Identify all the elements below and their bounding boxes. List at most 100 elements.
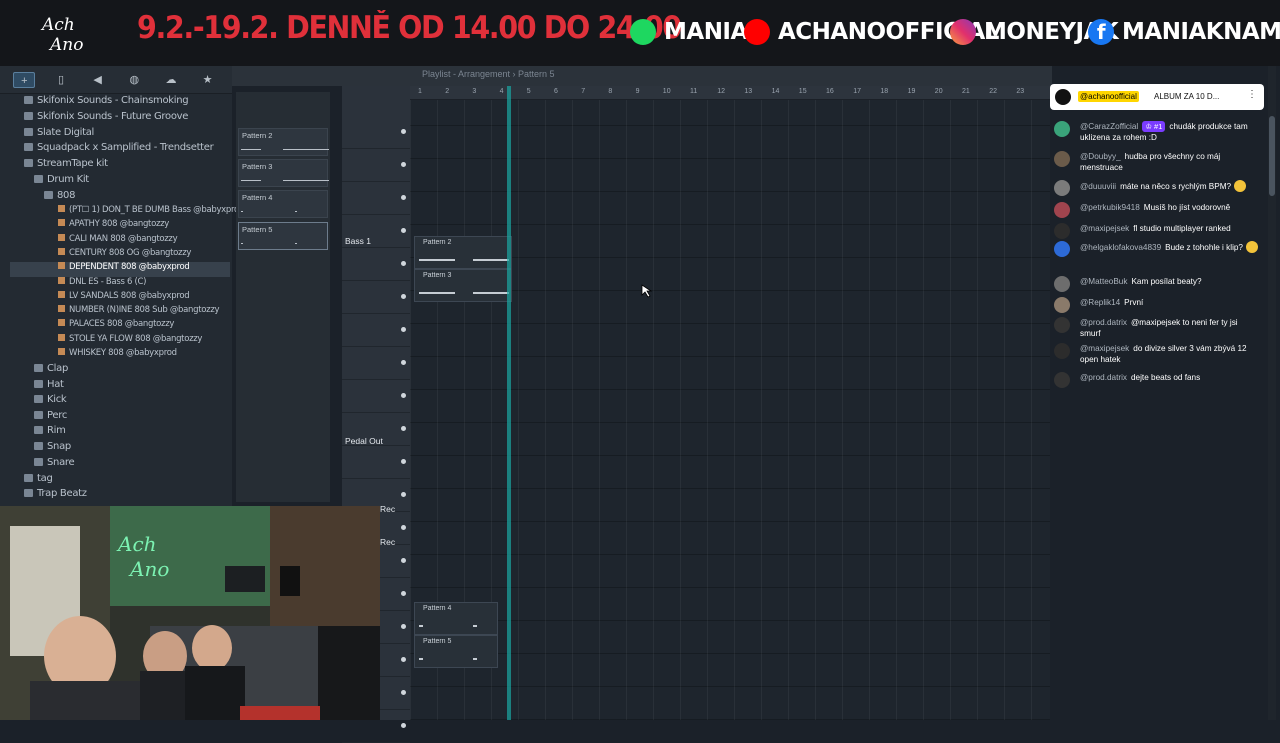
playlist-clip[interactable]: Pattern 5 xyxy=(414,635,498,668)
track-enable-icon[interactable] xyxy=(401,723,406,728)
playlist-clip[interactable]: Pattern 4 xyxy=(414,602,498,635)
folder-item[interactable]: Squadpack x Samplified - Trendsetter xyxy=(24,142,214,157)
chat-username[interactable]: @CarazZofficial xyxy=(1080,122,1138,131)
track-enable-icon[interactable] xyxy=(401,129,406,134)
track-enable-icon[interactable] xyxy=(401,591,406,596)
playlist-clip[interactable]: Pattern 3 xyxy=(414,269,512,302)
track-enable-icon[interactable] xyxy=(401,624,406,629)
chat-username[interactable]: @maxipejsek xyxy=(1080,344,1129,353)
chat-username[interactable]: @Doubyy_ xyxy=(1080,152,1121,161)
track-enable-icon[interactable] xyxy=(401,690,406,695)
folder-item[interactable]: Snap xyxy=(34,441,71,456)
folder-item[interactable]: Snare xyxy=(34,457,75,472)
chat-username[interactable]: @petrkubik9418 xyxy=(1080,203,1140,212)
pinned-message[interactable]: @achanoofficial ALBUM ZA 10 D... ⋮ xyxy=(1050,84,1264,110)
avatar[interactable] xyxy=(1054,121,1070,137)
avatar[interactable] xyxy=(1054,151,1070,167)
avatar[interactable] xyxy=(1054,202,1070,218)
pattern-item[interactable]: Pattern 2 xyxy=(238,128,329,156)
sample-file-item[interactable]: STOLE YA FLOW 808 @bangtozzy xyxy=(58,334,202,349)
folder-item[interactable]: Skifonix Sounds - Future Groove xyxy=(24,111,188,126)
sample-file-item[interactable]: (PT☐ 1) DON_T BE DUMB Bass @babyxprod xyxy=(58,205,244,220)
track-enable-icon[interactable] xyxy=(401,426,406,431)
track-enable-icon[interactable] xyxy=(401,261,406,266)
sample-file-item[interactable]: WHISKEY 808 @babyxprod xyxy=(58,348,177,363)
avatar[interactable] xyxy=(1054,372,1070,388)
sample-file-item[interactable]: APATHY 808 @bangtozzy xyxy=(58,219,169,234)
avatar[interactable] xyxy=(1054,317,1070,333)
track-header[interactable] xyxy=(342,446,410,479)
scrollbar-thumb[interactable] xyxy=(1269,116,1275,196)
track-enable-icon[interactable] xyxy=(401,393,406,398)
playhead-marker[interactable] xyxy=(507,86,511,720)
playlist-clip[interactable]: Pattern 2 xyxy=(414,236,512,269)
pattern-item[interactable]: Pattern 3 xyxy=(238,159,329,187)
sample-file-item[interactable]: PALACES 808 @bangtozzy xyxy=(58,319,174,334)
playlist-grid[interactable] xyxy=(410,100,1050,720)
scrollbar[interactable] xyxy=(1268,66,1276,720)
folder-item[interactable]: Clap xyxy=(34,363,68,378)
folder-item[interactable]: tag xyxy=(24,473,53,488)
more-options-icon[interactable]: ⋮ xyxy=(1247,89,1257,100)
pinned-user: @achanoofficial xyxy=(1078,91,1139,102)
file-icon[interactable]: ▯ xyxy=(50,72,72,88)
track-header[interactable] xyxy=(342,182,410,215)
folder-item[interactable]: Slate Digital xyxy=(24,127,94,142)
folder-item[interactable]: 808 xyxy=(44,190,75,205)
track-header[interactable] xyxy=(342,281,410,314)
track-enable-icon[interactable] xyxy=(401,492,406,497)
avatar[interactable] xyxy=(1054,343,1070,359)
track-header[interactable] xyxy=(342,116,410,149)
globe-icon[interactable]: ◍ xyxy=(123,72,145,88)
folder-item[interactable]: Skifonix Sounds - Chainsmoking xyxy=(24,95,189,110)
sample-file-item[interactable]: LV SANDALS 808 @babyxprod xyxy=(58,291,190,306)
track-enable-icon[interactable] xyxy=(401,162,406,167)
track-header[interactable] xyxy=(342,347,410,380)
chat-username[interactable]: @Replik14 xyxy=(1080,298,1120,307)
folder-item[interactable]: Kick xyxy=(34,394,67,409)
chat-username[interactable]: @maxipejsek xyxy=(1080,224,1129,233)
chat-username[interactable]: @prod.datrix xyxy=(1080,318,1127,327)
folder-item[interactable]: Hat xyxy=(34,379,64,394)
track-enable-icon[interactable] xyxy=(401,657,406,662)
star-icon[interactable]: ★ xyxy=(197,72,219,88)
track-enable-icon[interactable] xyxy=(401,558,406,563)
track-enable-icon[interactable] xyxy=(401,360,406,365)
track-enable-icon[interactable] xyxy=(401,327,406,332)
facebook-link[interactable]: f MANIAKNAME xyxy=(1088,16,1280,48)
track-header[interactable] xyxy=(342,314,410,347)
avatar[interactable] xyxy=(1054,297,1070,313)
folder-item[interactable]: StreamTape kit xyxy=(24,158,108,173)
sample-file-item[interactable]: DNL ES - Bass 6 (C) xyxy=(58,277,146,292)
track-enable-icon[interactable] xyxy=(401,525,406,530)
avatar[interactable] xyxy=(1054,241,1070,257)
avatar[interactable] xyxy=(1054,276,1070,292)
cloud-icon[interactable]: ☁ xyxy=(160,72,182,88)
avatar[interactable] xyxy=(1054,180,1070,196)
chat-username[interactable]: @MatteoBuk xyxy=(1080,277,1127,286)
track-enable-icon[interactable] xyxy=(401,195,406,200)
folder-item[interactable]: Perc xyxy=(34,410,67,425)
track-enable-icon[interactable] xyxy=(401,228,406,233)
avatar[interactable] xyxy=(1054,223,1070,239)
chat-username[interactable]: @duuuviii xyxy=(1080,182,1116,191)
track-enable-icon[interactable] xyxy=(401,294,406,299)
sample-file-item[interactable]: CENTURY 808 OG @bangtozzy xyxy=(58,248,191,263)
folder-item[interactable]: Drum Kit xyxy=(34,174,89,189)
plus-icon[interactable]: + xyxy=(13,71,36,88)
timeline-ruler[interactable]: 1 2 3 4 5 6 7 8 9 10 11 12 13 14 15 16 17 18 19 20 21 22 23 xyxy=(410,86,1050,100)
speaker-icon[interactable]: ◀ xyxy=(87,72,109,88)
pattern-item[interactable]: Pattern 5 xyxy=(238,222,328,250)
sample-file-item[interactable]: NUMBER (N)INE 808 Sub @bangtozzy xyxy=(58,305,220,320)
track-header[interactable] xyxy=(342,248,410,281)
sample-file-item[interactable]: DEPENDENT 808 @babyxprod xyxy=(10,262,230,277)
pattern-item[interactable]: Pattern 4 xyxy=(238,190,328,218)
chat-username[interactable]: @helgaklofakova4839 xyxy=(1080,243,1161,252)
track-enable-icon[interactable] xyxy=(401,459,406,464)
sample-file-item[interactable]: CALI MAN 808 @bangtozzy xyxy=(58,234,178,249)
folder-item[interactable]: Trap Beatz xyxy=(24,488,87,503)
track-header[interactable] xyxy=(342,149,410,182)
chat-username[interactable]: @prod.datrix xyxy=(1080,373,1127,382)
folder-item[interactable]: Rim xyxy=(34,425,66,440)
track-header[interactable] xyxy=(342,380,410,413)
